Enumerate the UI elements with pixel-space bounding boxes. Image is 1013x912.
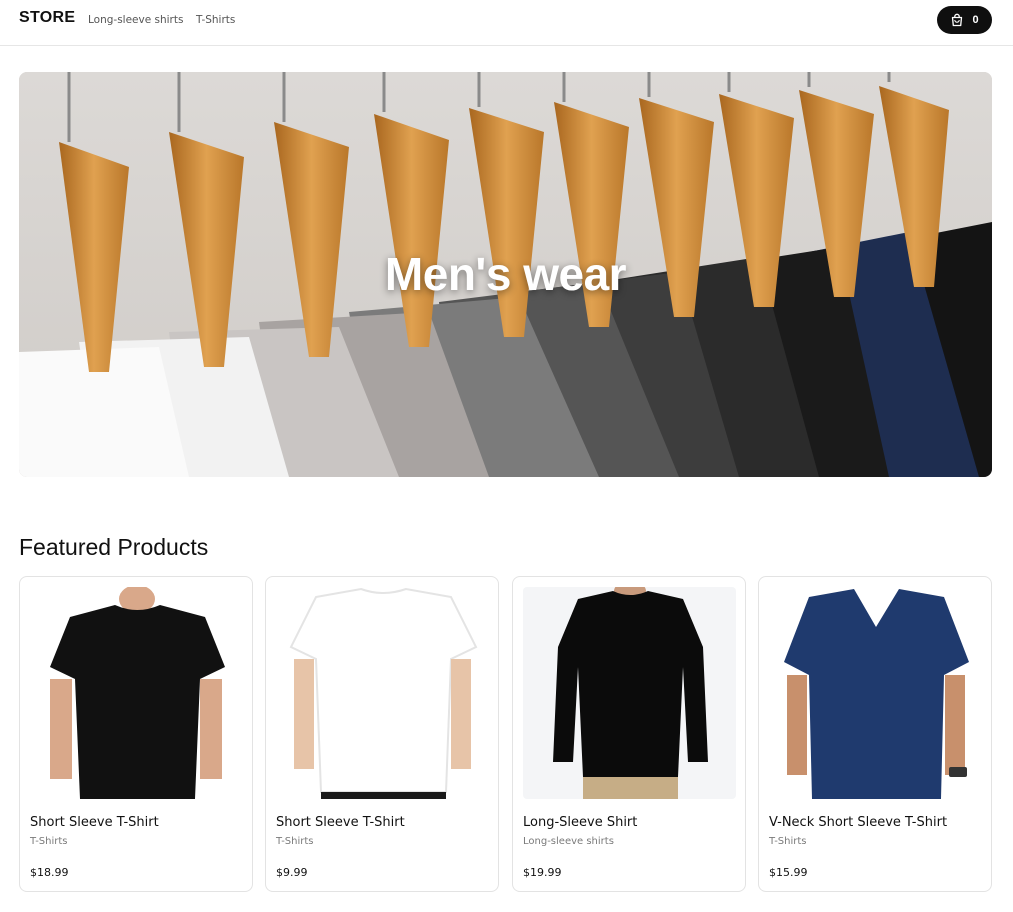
hero-title: Men's wear: [384, 248, 627, 300]
product-category: Long-sleeve shirts: [523, 836, 614, 847]
product-image: [276, 587, 489, 799]
cart-count: 0: [972, 14, 979, 26]
nav-link-long-sleeve-shirts[interactable]: Long-sleeve shirts: [88, 14, 183, 26]
product-name: Short Sleeve T-Shirt: [276, 815, 405, 830]
product-category: T-Shirts: [769, 836, 807, 847]
featured-products-heading: Featured Products: [19, 534, 209, 560]
product-name: Short Sleeve T-Shirt: [30, 815, 159, 830]
product-image: [523, 587, 736, 799]
nav-link-t-shirts[interactable]: T-Shirts: [196, 14, 235, 26]
product-price: $9.99: [276, 866, 308, 879]
product-card[interactable]: V-Neck Short Sleeve T-Shirt T-Shirts $15…: [758, 576, 992, 892]
product-category: T-Shirts: [276, 836, 314, 847]
product-price: $18.99: [30, 866, 69, 879]
hero-banner[interactable]: Men's wear: [19, 72, 992, 477]
product-name: Long-Sleeve Shirt: [523, 815, 638, 830]
cart-button[interactable]: 0: [937, 6, 992, 34]
product-card[interactable]: Short Sleeve T-Shirt T-Shirts $18.99: [19, 576, 253, 892]
product-image: [30, 587, 243, 799]
product-name: V-Neck Short Sleeve T-Shirt: [769, 815, 948, 830]
product-card[interactable]: Long-Sleeve Shirt Long-sleeve shirts $19…: [512, 576, 746, 892]
product-price: $19.99: [523, 866, 562, 879]
product-image: [769, 587, 982, 799]
store-logo[interactable]: STORE: [19, 9, 75, 27]
site-header: STORE Long-sleeve shirts T-Shirts 0: [0, 0, 1013, 46]
product-price: $15.99: [769, 866, 808, 879]
shopping-bag-icon: [952, 13, 963, 27]
product-category: T-Shirts: [30, 836, 68, 847]
product-card[interactable]: Short Sleeve T-Shirt T-Shirts $9.99: [265, 576, 499, 892]
